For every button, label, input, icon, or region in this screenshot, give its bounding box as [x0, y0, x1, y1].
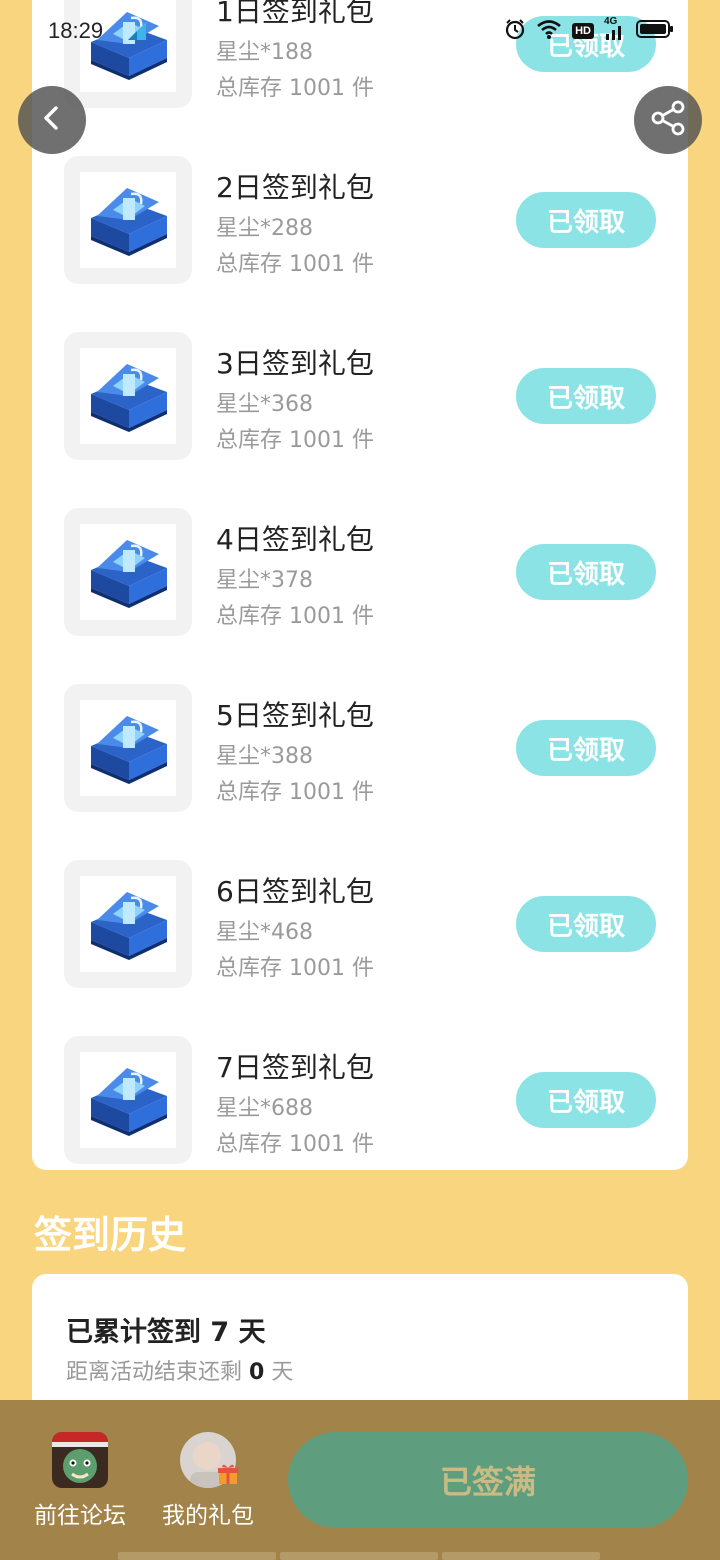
- total-signin-days: 已累计签到 7 天: [66, 1310, 266, 1349]
- gift-thumbnail: [64, 684, 192, 812]
- gift-thumbnail: [64, 860, 192, 988]
- gift-stock: 总库存 1001 件: [216, 76, 374, 101]
- gift-row: 7日签到礼包 星尘*688 总库存 1001 件 已领取: [32, 1036, 688, 1164]
- gift-row: 3日签到礼包 星尘*368 总库存 1001 件 已领取: [32, 332, 688, 460]
- bottom-bar: 前往论坛 我的礼包 已签满: [0, 1400, 720, 1560]
- gift-thumbnail: [64, 0, 192, 108]
- gift-stock: 总库存 1001 件: [216, 1132, 374, 1157]
- gift-thumbnail: [64, 1036, 192, 1164]
- treasure-chest-icon: [80, 700, 176, 796]
- gift-thumbnail: [64, 332, 192, 460]
- gift-title: 2日签到礼包: [216, 171, 374, 204]
- back-button[interactable]: [18, 86, 86, 154]
- gift-reward: 星尘*688: [216, 1096, 313, 1121]
- claimed-button[interactable]: 已领取: [516, 544, 656, 600]
- gift-row: 1日签到礼包 星尘*188 总库存 1001 件 已领取: [32, 0, 688, 108]
- total-days-value: 7: [210, 1317, 230, 1348]
- claimed-button[interactable]: 已领取: [516, 16, 656, 72]
- treasure-chest-icon: [80, 348, 176, 444]
- gift-thumbnail: [64, 508, 192, 636]
- treasure-chest-icon: [80, 0, 176, 92]
- remaining-suffix: 天: [271, 1360, 294, 1385]
- gift-reward: 星尘*368: [216, 392, 313, 417]
- gift-stock: 总库存 1001 件: [216, 604, 374, 629]
- gift-reward: 星尘*288: [216, 216, 313, 241]
- treasure-chest-icon: [80, 876, 176, 972]
- gift-reward: 星尘*188: [216, 40, 313, 65]
- total-prefix: 已累计签到: [66, 1317, 201, 1348]
- gift-title: 5日签到礼包: [216, 699, 374, 732]
- gift-title: 1日签到礼包: [216, 0, 374, 28]
- forum-nav-button[interactable]: 前往论坛: [25, 1432, 135, 1530]
- gift-thumbnail: [64, 156, 192, 284]
- gift-title: 4日签到礼包: [216, 523, 374, 556]
- gift-badge-icon: [216, 1462, 240, 1490]
- remaining-days: 距离活动结束还剩 0 天: [66, 1354, 293, 1386]
- forum-label: 前往论坛: [34, 1503, 126, 1529]
- gift-reward: 星尘*388: [216, 744, 313, 769]
- remaining-prefix: 距离活动结束还剩: [66, 1360, 243, 1385]
- treasure-chest-icon: [80, 524, 176, 620]
- claimed-button[interactable]: 已领取: [516, 192, 656, 248]
- signed-full-button[interactable]: 已签满: [288, 1432, 688, 1528]
- treasure-chest-icon: [80, 172, 176, 268]
- gift-row: 2日签到礼包 星尘*288 总库存 1001 件 已领取: [32, 156, 688, 284]
- gift-title: 3日签到礼包: [216, 347, 374, 380]
- gift-stock: 总库存 1001 件: [216, 780, 374, 805]
- claimed-button[interactable]: 已领取: [516, 1072, 656, 1128]
- claimed-button[interactable]: 已领取: [516, 368, 656, 424]
- gift-reward: 星尘*378: [216, 568, 313, 593]
- claimed-button[interactable]: 已领取: [516, 720, 656, 776]
- gift-reward: 星尘*468: [216, 920, 313, 945]
- gift-row: 5日签到礼包 星尘*388 总库存 1001 件 已领取: [32, 684, 688, 812]
- user-avatar: [180, 1432, 238, 1488]
- share-icon: [649, 99, 687, 141]
- gift-stock: 总库存 1001 件: [216, 956, 374, 981]
- gift-stock: 总库存 1001 件: [216, 252, 374, 277]
- treasure-chest-icon: [80, 1052, 176, 1148]
- history-title: 签到历史: [34, 1213, 187, 1257]
- game-app-icon: [52, 1432, 108, 1488]
- gift-title: 7日签到礼包: [216, 1051, 374, 1084]
- gift-row: 6日签到礼包 星尘*468 总库存 1001 件 已领取: [32, 860, 688, 988]
- claimed-button[interactable]: 已领取: [516, 896, 656, 952]
- remaining-days-value: 0: [249, 1360, 265, 1385]
- gift-row: 4日签到礼包 星尘*378 总库存 1001 件 已领取: [32, 508, 688, 636]
- my-gifts-nav-button[interactable]: 我的礼包: [153, 1432, 263, 1530]
- total-suffix: 天: [238, 1317, 266, 1348]
- gift-title: 6日签到礼包: [216, 875, 374, 908]
- share-button[interactable]: [634, 86, 702, 154]
- bottom-tab-indicator: [118, 1552, 600, 1560]
- gift-stock: 总库存 1001 件: [216, 428, 374, 453]
- gift-list-card: 1日签到礼包 星尘*188 总库存 1001 件 已领取 2日签到礼包 星尘*2…: [32, 0, 688, 1170]
- chevron-left-icon: [37, 103, 67, 137]
- my-gifts-label: 我的礼包: [162, 1503, 254, 1529]
